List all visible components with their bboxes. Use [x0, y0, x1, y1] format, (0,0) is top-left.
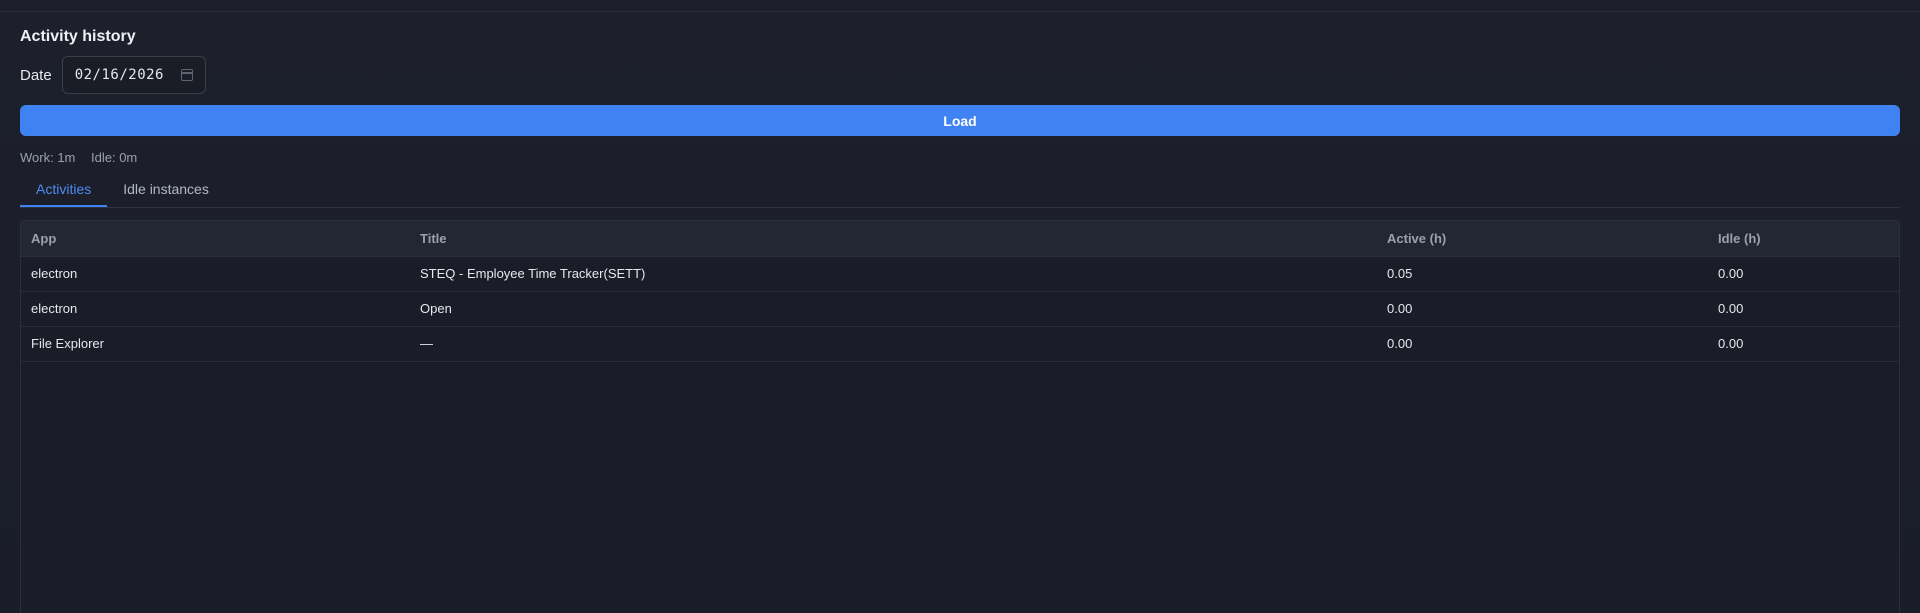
idle-summary: Idle: 0m [91, 150, 138, 165]
cell-title: — [410, 326, 1377, 362]
cell-active: 0.05 [1377, 256, 1708, 292]
column-header-idle[interactable]: Idle (h) [1708, 221, 1899, 257]
cell-idle: 0.00 [1708, 291, 1899, 327]
table-row[interactable]: electron STEQ - Employee Time Tracker(SE… [21, 256, 1899, 292]
table-row[interactable]: electron Open 0.00 0.00 [21, 291, 1899, 327]
date-input[interactable]: 02/16/2026 [61, 56, 206, 94]
work-idle-summary: Work: 1m Idle: 0m [20, 150, 1900, 166]
cell-app: File Explorer [21, 326, 410, 362]
content-area: Activity history Date 02/16/2026 Load Wo… [20, 12, 1900, 613]
column-header-title[interactable]: Title [410, 221, 1377, 257]
activities-table-container: App Title Active (h) Idle (h) electron S… [20, 220, 1900, 613]
cell-active: 0.00 [1377, 291, 1708, 327]
table-header-row: App Title Active (h) Idle (h) [21, 221, 1899, 257]
column-header-active[interactable]: Active (h) [1377, 221, 1708, 257]
tab-activities[interactable]: Activities [20, 177, 108, 207]
tab-bar: Activities Idle instances [20, 177, 1900, 208]
cell-app: electron [21, 256, 410, 292]
date-label: Date [20, 66, 52, 84]
cell-active: 0.00 [1377, 326, 1708, 362]
activities-table: App Title Active (h) Idle (h) electron S… [21, 221, 1899, 362]
table-row[interactable]: File Explorer — 0.00 0.00 [21, 326, 1899, 362]
tab-idle-instances[interactable]: Idle instances [107, 177, 225, 207]
cell-app: electron [21, 291, 410, 327]
cell-idle: 0.00 [1708, 256, 1899, 292]
column-header-app[interactable]: App [21, 221, 410, 257]
section-title: Activity history [20, 28, 136, 45]
calendar-icon[interactable] [180, 69, 193, 81]
work-summary: Work: 1m [20, 150, 76, 165]
load-button[interactable]: Load [20, 105, 1900, 136]
activity-history-page: Activity history Date 02/16/2026 Load Wo… [0, 0, 1920, 613]
date-filter-row: Date 02/16/2026 [20, 56, 1900, 94]
cell-idle: 0.00 [1708, 326, 1899, 362]
cell-title: Open [410, 291, 1377, 327]
cell-title: STEQ - Employee Time Tracker(SETT) [410, 256, 1377, 292]
date-value: 02/16/2026 [74, 67, 164, 83]
